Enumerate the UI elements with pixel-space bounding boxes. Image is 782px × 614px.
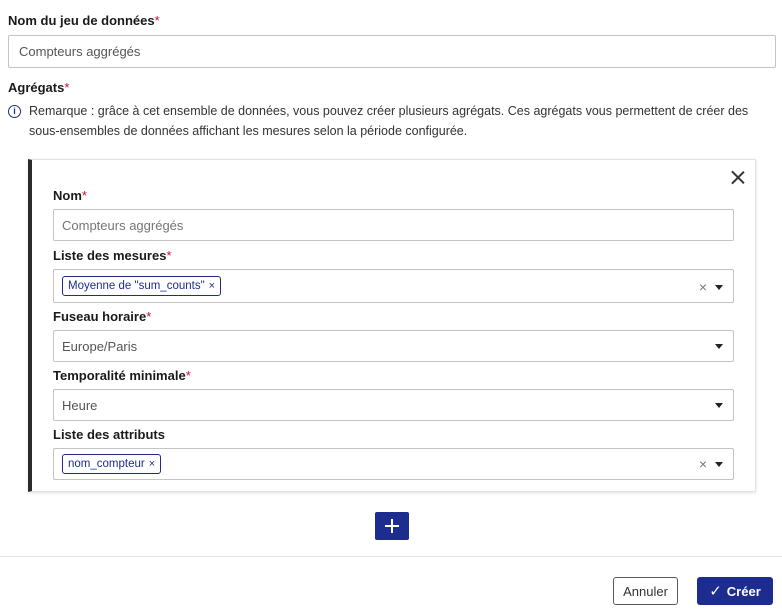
chevron-down-icon[interactable] — [715, 285, 723, 290]
temporality-value: Heure — [62, 397, 98, 413]
aggregates-label: Agrégats* — [8, 80, 70, 95]
add-aggregate-button[interactable] — [375, 512, 409, 540]
chevron-down-icon[interactable] — [715, 403, 723, 408]
clear-icon[interactable]: × — [699, 280, 707, 294]
footer-divider — [0, 556, 782, 557]
chevron-down-icon[interactable] — [715, 344, 723, 349]
temporality-select[interactable]: Heure — [53, 389, 734, 421]
aggregate-name-label: Nom* — [53, 188, 87, 203]
aggregate-card: Nom* Liste des mesures* Moyenne de "sum_… — [28, 159, 756, 492]
required-mark: * — [154, 13, 160, 28]
attributes-label: Liste des attributs — [53, 427, 165, 442]
measures-select[interactable]: Moyenne de "sum_counts" × × — [53, 269, 734, 303]
cancel-button[interactable]: Annuler — [613, 577, 678, 605]
close-icon[interactable] — [729, 168, 747, 186]
create-label: Créer — [726, 583, 761, 599]
check-icon: ✓ — [709, 583, 722, 600]
chip-remove-icon[interactable]: × — [149, 458, 155, 470]
chevron-down-icon[interactable] — [715, 462, 723, 467]
required-mark: * — [146, 309, 152, 324]
attribute-chip: nom_compteur × — [62, 454, 162, 474]
attributes-select[interactable]: nom_compteur × × — [53, 448, 734, 480]
timezone-value: Europe/Paris — [62, 338, 138, 354]
note-text: Remarque : grâce à cet ensemble de donné… — [29, 104, 749, 138]
timezone-select[interactable]: Europe/Paris — [53, 330, 734, 362]
required-mark: * — [81, 188, 87, 203]
chip-remove-icon[interactable]: × — [209, 280, 215, 292]
measures-label: Liste des mesures* — [53, 248, 172, 263]
clear-icon[interactable]: × — [699, 457, 707, 471]
info-icon: i — [8, 105, 21, 118]
required-mark: * — [166, 248, 172, 263]
measure-chip: Moyenne de "sum_counts" × — [62, 276, 222, 296]
plus-icon — [385, 519, 399, 533]
dataset-name-label: Nom du jeu de données* — [8, 13, 160, 28]
create-button[interactable]: ✓ Créer — [697, 577, 773, 605]
aggregate-name-input[interactable] — [53, 209, 734, 241]
dataset-name-input[interactable] — [8, 35, 776, 68]
required-mark: * — [64, 80, 70, 95]
aggregates-note: i Remarque : grâce à cet ensemble de don… — [8, 101, 778, 141]
required-mark: * — [185, 368, 191, 383]
temporality-label: Temporalité minimale* — [53, 368, 191, 383]
timezone-label: Fuseau horaire* — [53, 309, 152, 324]
